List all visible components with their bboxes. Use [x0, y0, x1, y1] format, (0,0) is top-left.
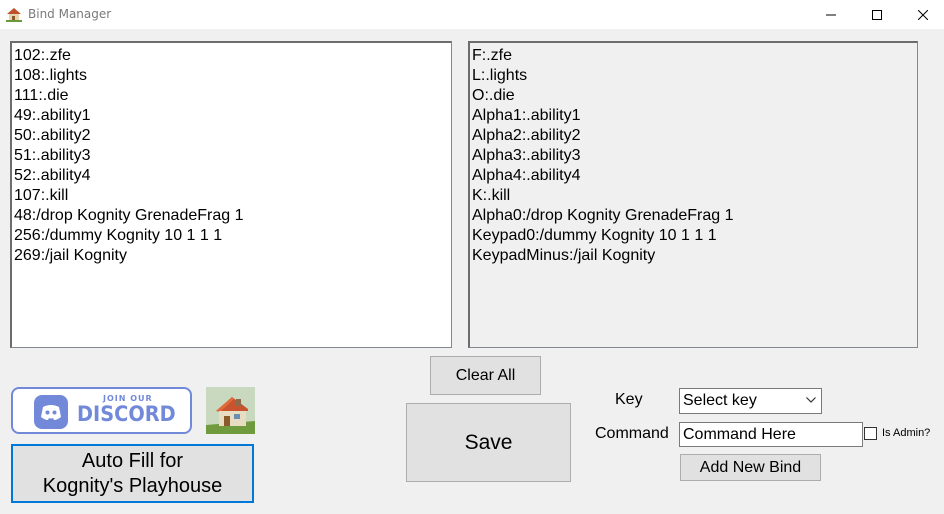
minimize-icon — [826, 14, 836, 15]
key-select-value: Select key — [683, 392, 757, 409]
keycode-bind-list[interactable]: 102:.zfe 108:.lights 111:.die 49:.abilit… — [10, 41, 452, 348]
list-item[interactable]: F:.zfe — [472, 46, 917, 66]
house-icon — [6, 8, 22, 22]
list-item[interactable]: 102:.zfe — [14, 46, 451, 66]
clear-all-button[interactable]: Clear All — [430, 356, 541, 395]
close-button[interactable] — [900, 0, 944, 29]
list-item[interactable]: 52:.ability4 — [14, 166, 451, 186]
is-admin-label: Is Admin? — [882, 427, 931, 439]
list-item[interactable]: 49:.ability1 — [14, 106, 451, 126]
list-item[interactable]: Alpha4:.ability4 — [472, 166, 917, 186]
list-item[interactable]: 256:/dummy Kognity 10 1 1 1 — [14, 226, 451, 246]
list-item[interactable]: 107:.kill — [14, 186, 451, 206]
playhouse-image — [206, 387, 255, 434]
maximize-icon — [872, 9, 882, 20]
list-item[interactable]: Alpha0:/drop Kognity GrenadeFrag 1 — [472, 206, 917, 226]
autofill-button[interactable]: Auto Fill for Kognity's Playhouse — [11, 444, 254, 503]
discord-logo-icon — [34, 395, 68, 429]
is-admin-checkbox[interactable] — [864, 427, 877, 440]
command-label: Command — [595, 425, 669, 442]
list-item[interactable]: Alpha2:.ability2 — [472, 126, 917, 146]
list-item[interactable]: L:.lights — [472, 66, 917, 86]
key-select[interactable]: Select key — [679, 388, 822, 414]
list-item[interactable]: K:.kill — [472, 186, 917, 206]
list-item[interactable]: 51:.ability3 — [14, 146, 451, 166]
autofill-label-line2: Kognity's Playhouse — [42, 474, 223, 497]
add-new-bind-button[interactable]: Add New Bind — [680, 454, 821, 481]
list-item[interactable]: 50:.ability2 — [14, 126, 451, 146]
list-item[interactable]: 48:/drop Kognity GrenadeFrag 1 — [14, 206, 451, 226]
discord-join-button[interactable]: JOIN OUR DISCORD — [11, 387, 192, 434]
list-item[interactable]: O:.die — [472, 86, 917, 106]
list-item[interactable]: Alpha3:.ability3 — [472, 146, 917, 166]
list-item[interactable]: Keypad0:/dummy Kognity 10 1 1 1 — [472, 226, 917, 246]
maximize-button[interactable] — [854, 0, 900, 29]
list-item[interactable]: 111:.die — [14, 86, 451, 106]
autofill-label-line1: Auto Fill for — [81, 449, 184, 472]
key-label: Key — [615, 391, 643, 408]
discord-wordmark: DISCORD — [77, 402, 176, 426]
list-item[interactable]: 269:/jail Kognity — [14, 246, 451, 266]
minimize-button[interactable] — [808, 0, 854, 29]
list-item[interactable]: 108:.lights — [14, 66, 451, 86]
keyname-bind-list[interactable]: F:.zfe L:.lights O:.die Alpha1:.ability1… — [468, 41, 918, 348]
save-button[interactable]: Save — [406, 403, 571, 482]
title-bar: Bind Manager — [0, 0, 944, 29]
list-item[interactable]: KeypadMinus:/jail Kognity — [472, 246, 917, 266]
chevron-down-icon — [806, 397, 816, 403]
window-title: Bind Manager — [28, 7, 112, 21]
list-item[interactable]: Alpha1:.ability1 — [472, 106, 917, 126]
close-icon — [918, 9, 928, 20]
command-input[interactable]: Command Here — [679, 422, 863, 447]
